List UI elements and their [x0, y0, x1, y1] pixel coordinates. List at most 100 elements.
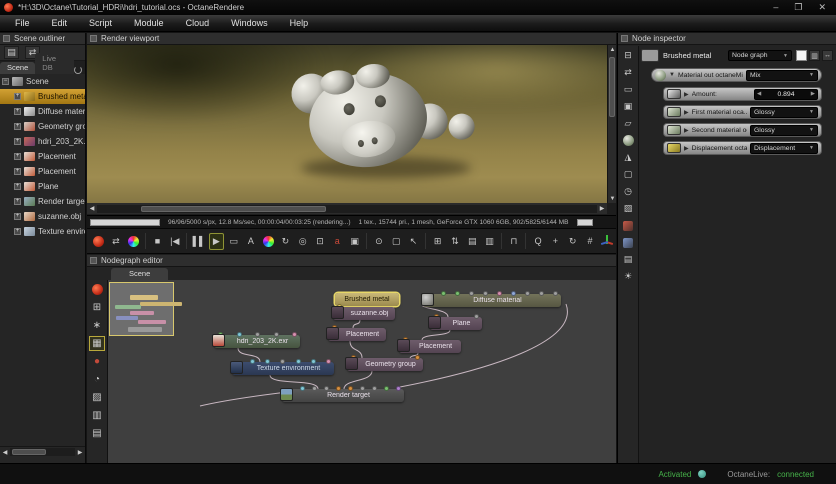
expand-icon[interactable]: ▶ — [684, 109, 689, 116]
picture-icon[interactable]: ▤ — [621, 253, 636, 266]
paint-icon[interactable]: ◮ — [621, 151, 636, 164]
node-pin[interactable] — [525, 291, 530, 296]
node-pin[interactable] — [539, 291, 544, 296]
material-ball-icon[interactable] — [621, 134, 636, 147]
parameter-row[interactable]: ▶ Displacement octa... Displacement▼ — [663, 141, 822, 155]
layers-icon[interactable]: ▤ — [465, 233, 480, 250]
livedb-refresh-icon[interactable] — [74, 66, 82, 74]
alpha-mode-icon[interactable]: a — [330, 233, 345, 250]
blue-cube-icon[interactable] — [621, 236, 636, 249]
camera-snapshot-icon[interactable]: ▣ — [347, 233, 362, 250]
pan-move-icon[interactable]: + — [548, 233, 563, 250]
outliner-tab-scene[interactable]: Scene — [0, 62, 35, 74]
tree-row[interactable]: + Plane — [0, 179, 85, 194]
menu-windows[interactable]: Windows — [220, 16, 279, 30]
material-picker-icon[interactable]: ◎ — [295, 233, 310, 250]
image-link-icon[interactable]: ▨ — [621, 202, 636, 215]
node-thumbnail[interactable] — [641, 49, 659, 62]
node-placement-2[interactable]: Placement — [399, 340, 461, 353]
node-pin[interactable] — [237, 332, 242, 337]
tree-row[interactable]: + suzanne.obj — [0, 209, 85, 224]
expander-icon[interactable]: − — [2, 78, 9, 85]
menu-edit[interactable]: Edit — [41, 16, 79, 30]
menu-module[interactable]: Module — [123, 16, 175, 30]
node-geometry-group[interactable]: Geometry group — [347, 358, 423, 371]
minimize-button[interactable]: – — [773, 2, 778, 13]
scroll-up-icon[interactable]: ▲ — [608, 45, 617, 54]
expander-icon[interactable]: + — [14, 213, 21, 220]
close-button[interactable]: ✕ — [818, 2, 826, 13]
node-plane[interactable]: Plane — [430, 317, 482, 330]
stripes-icon[interactable]: ▨ — [89, 390, 105, 405]
node-brushed-metal[interactable]: Brushed metal — [335, 293, 399, 306]
restore-button[interactable]: ❐ — [794, 2, 802, 13]
collapse-icon[interactable]: ▼ — [669, 72, 675, 78]
fit-view-icon[interactable]: # — [582, 233, 597, 250]
node-pin[interactable] — [455, 291, 460, 296]
node-diffuse-material[interactable]: Diffuse material — [423, 294, 561, 307]
node-pin[interactable] — [336, 386, 341, 391]
red-cube-icon[interactable] — [621, 219, 636, 232]
new-node-icon[interactable]: ▤ — [4, 46, 19, 59]
link-button[interactable]: ▥ — [809, 50, 820, 61]
lock-resolution-icon[interactable]: ⊓ — [506, 233, 521, 250]
scroll-thumb[interactable] — [141, 206, 326, 212]
swatch-button[interactable] — [796, 50, 807, 61]
tree-row[interactable]: + Render target — [0, 194, 85, 209]
tree-row[interactable]: + Diffuse material — [0, 104, 85, 119]
expander-icon[interactable]: + — [14, 228, 21, 235]
viewport-hscrollbar[interactable]: ◀ ▶ — [87, 203, 607, 214]
expander-icon[interactable]: + — [14, 93, 21, 100]
tree-row-root[interactable]: − Scene — [0, 74, 85, 89]
node-hdri[interactable]: hdri_203_2K.exr — [214, 335, 300, 348]
scroll-left-icon[interactable]: ◀ — [0, 448, 10, 457]
refresh-icon[interactable]: ↻ — [278, 233, 293, 250]
frame-icon[interactable]: ▢ — [621, 168, 636, 181]
node-pin[interactable] — [441, 291, 446, 296]
menu-script[interactable]: Script — [78, 16, 123, 30]
nodegraph-canvas[interactable]: Brushed metal suzanne.obj Placement hdri… — [108, 280, 616, 463]
scroll-thumb[interactable] — [609, 57, 615, 117]
viewport-vscrollbar[interactable]: ▲ ▼ — [607, 45, 616, 203]
parameter-row[interactable]: ▶ Amount: ◀ 0.894 ▶ — [663, 87, 822, 101]
node-pin[interactable] — [265, 359, 270, 364]
graph-chart-icon[interactable]: ▦ — [89, 336, 105, 351]
monitor-icon[interactable]: ▭ — [621, 83, 636, 96]
node-copy-icon[interactable]: ⇄ — [621, 66, 636, 79]
color-wheel-icon[interactable] — [261, 233, 276, 250]
expander-icon[interactable]: + — [14, 153, 21, 160]
node-star-icon[interactable]: ∗ — [89, 318, 105, 333]
expander-icon[interactable]: + — [14, 138, 21, 145]
node-pin[interactable] — [311, 359, 316, 364]
scroll-down-icon[interactable]: ▼ — [608, 194, 617, 203]
node-texture-environment[interactable]: Texture environment — [232, 362, 334, 375]
node-pin[interactable] — [384, 386, 389, 391]
tree-row[interactable]: + Geometry group — [0, 119, 85, 134]
node-pin[interactable] — [292, 332, 297, 337]
node-pin[interactable] — [483, 291, 488, 296]
tree-row[interactable]: + Placement — [0, 164, 85, 179]
pie-chart-icon[interactable]: ◔ — [89, 372, 105, 387]
node-pin[interactable] — [324, 386, 329, 391]
node-pin[interactable] — [497, 291, 502, 296]
octane-logo-icon[interactable] — [89, 282, 105, 297]
scroll-right-icon[interactable]: ▶ — [75, 448, 85, 457]
node-pin[interactable] — [415, 355, 420, 360]
node-pin[interactable] — [348, 386, 353, 391]
node-pin[interactable] — [360, 386, 365, 391]
expand-icon[interactable]: ▶ — [684, 145, 689, 152]
amount-stepper[interactable]: ◀ 0.894 ▶ — [754, 89, 818, 100]
play-render-button[interactable]: ▶ — [209, 233, 224, 250]
octane-logo-icon[interactable] — [91, 233, 106, 250]
region-info-icon[interactable]: Q — [530, 233, 545, 250]
pick-compass-icon[interactable]: ↖ — [406, 233, 421, 250]
outliner-hscrollbar[interactable]: ◀ ▶ — [0, 446, 85, 457]
node-type-select[interactable]: Node graph▼ — [728, 50, 792, 61]
axes-gizmo-icon[interactable] — [600, 233, 615, 250]
node-pin[interactable] — [300, 386, 305, 391]
expander-icon[interactable]: + — [14, 183, 21, 190]
node-transfer-icon[interactable]: ⇄ — [108, 233, 123, 250]
pause-render-button[interactable]: ▌▌ — [191, 233, 206, 250]
node-pin[interactable] — [511, 291, 516, 296]
expand-button[interactable]: ↔ — [822, 50, 833, 61]
